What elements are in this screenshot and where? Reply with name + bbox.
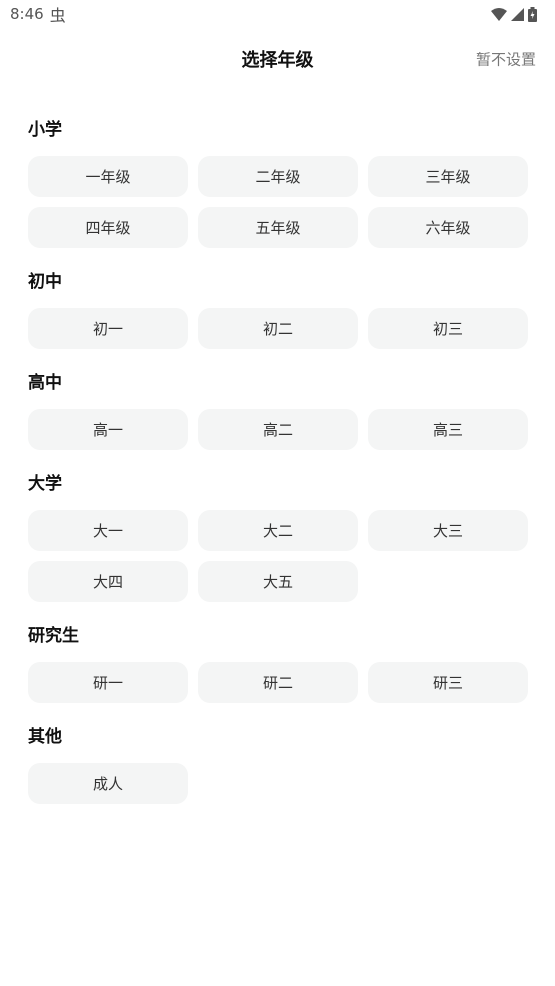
grade-section: 高中高一 高二 高三 xyxy=(28,371,529,450)
grade-option-button[interactable]: 大一 xyxy=(28,510,188,551)
grade-section: 小学一年级 二年级 三年级四年级 五年级 六年级 xyxy=(28,118,529,248)
grade-option-button[interactable]: 大三 xyxy=(368,510,528,551)
section-title: 其他 xyxy=(28,727,62,747)
grade-list: 小学一年级 二年级 三年级四年级 五年级 六年级初中初一 初二 初三高中高一 高二 高三大学大一… xyxy=(0,118,555,804)
grade-option-button[interactable]: 六年级 xyxy=(368,207,528,248)
section-title: 高中 xyxy=(28,373,62,393)
grade-option-button[interactable]: 大二 xyxy=(198,510,358,551)
bug-icon: 虫 xyxy=(49,6,66,25)
grade-grid: 研一 研二 研三 xyxy=(28,662,529,703)
grade-option-button[interactable]: 四年级 xyxy=(28,207,188,248)
grade-option-button[interactable]: 大四 xyxy=(28,561,188,602)
grade-grid: 高一 高二 高三 xyxy=(28,409,529,450)
grade-option-button[interactable]: 成人 xyxy=(28,763,188,804)
signal-icon xyxy=(511,7,524,21)
section-title: 大学 xyxy=(28,474,62,494)
grade-section: 初中初一 初二 初三 xyxy=(28,270,529,349)
grade-option-button[interactable]: 初二 xyxy=(198,308,358,349)
grade-option-button[interactable]: 三年级 xyxy=(368,156,528,197)
grade-section: 其他 成人 xyxy=(28,725,529,804)
grade-option-button[interactable]: 五年级 xyxy=(198,207,358,248)
grade-grid: 一年级 二年级 三年级四年级 五年级 六年级 xyxy=(28,156,529,248)
grade-option-button[interactable]: 高三 xyxy=(368,409,528,450)
grade-option-button[interactable]: 大五 xyxy=(198,561,358,602)
section-title: 小学 xyxy=(28,120,62,140)
grade-grid: 大一 大二 大三大四 大五 xyxy=(28,510,529,602)
grade-option-button[interactable]: 二年级 xyxy=(198,156,358,197)
skip-button[interactable]: 暂不设置 xyxy=(476,49,536,70)
page-title: 选择年级 xyxy=(241,50,314,71)
grade-grid: 初一 初二 初三 xyxy=(28,308,529,349)
status-bar: 8:46 虫 xyxy=(0,0,555,28)
status-time: 8:46 xyxy=(10,5,44,23)
header: 选择年级 暂不设置 xyxy=(0,28,555,90)
section-title: 初中 xyxy=(28,272,62,292)
grade-option-button[interactable]: 初一 xyxy=(28,308,188,349)
wifi-icon xyxy=(491,7,507,21)
grade-section: 研究生研一 研二 研三 xyxy=(28,624,529,703)
grade-option-button[interactable]: 研一 xyxy=(28,662,188,703)
section-title: 研究生 xyxy=(28,626,79,646)
grade-option-button[interactable]: 一年级 xyxy=(28,156,188,197)
grade-section: 大学大一 大二 大三大四 大五 xyxy=(28,472,529,602)
battery-charging-icon xyxy=(528,6,537,22)
grade-option-button[interactable]: 高二 xyxy=(198,409,358,450)
grade-option-button[interactable]: 初三 xyxy=(368,308,528,349)
grade-grid: 成人 xyxy=(28,763,529,804)
grade-option-button[interactable]: 研三 xyxy=(368,662,528,703)
grade-option-button[interactable]: 高一 xyxy=(28,409,188,450)
grade-option-button[interactable]: 研二 xyxy=(198,662,358,703)
